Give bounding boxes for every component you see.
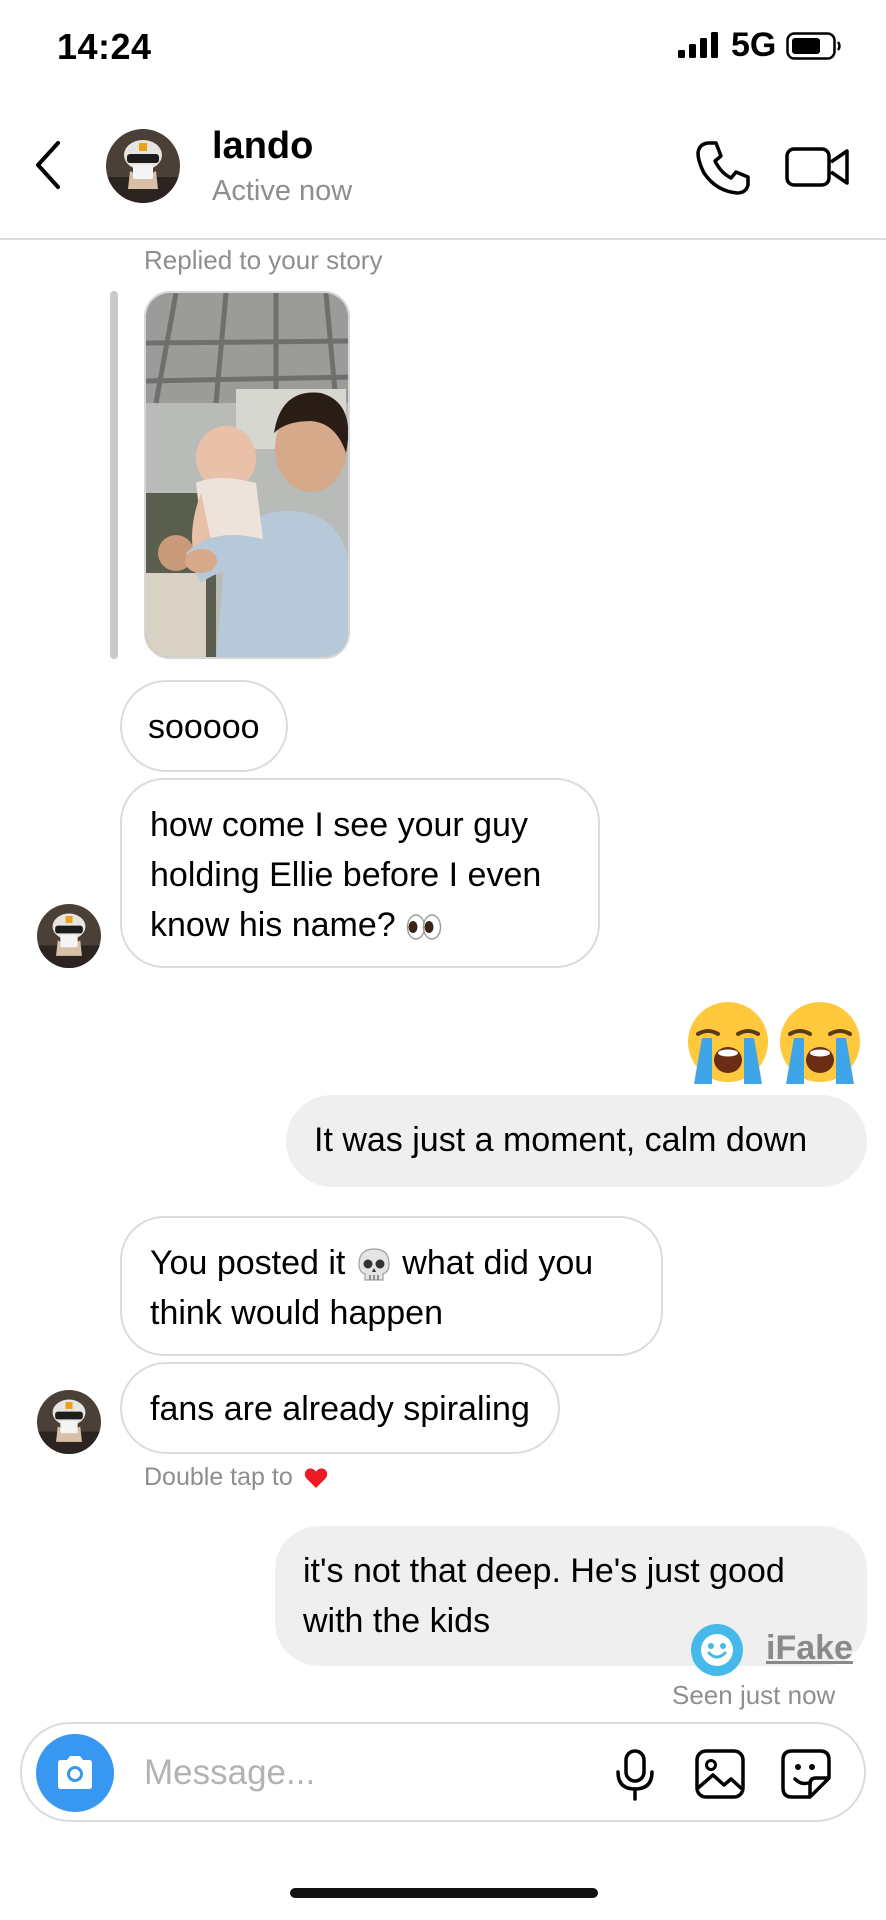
sticker-icon[interactable] <box>780 1748 832 1800</box>
phone-icon[interactable] <box>694 139 752 197</box>
message-text-line: how come I see your guy <box>150 806 528 844</box>
sender-avatar[interactable] <box>37 904 101 968</box>
watermark-text: iFake <box>766 1629 853 1667</box>
contact-status: Active now <box>212 175 353 207</box>
seen-status: Seen just now <box>672 1680 836 1710</box>
message-text-segment: You posted it <box>150 1244 346 1282</box>
eyes-emoji-icon <box>406 914 442 940</box>
message-composer <box>20 1722 866 1822</box>
contact-name: lando <box>212 125 314 167</box>
status-time: 14:24 <box>57 26 152 67</box>
message-text-segment: what did you <box>402 1244 594 1282</box>
avatar-image <box>37 1390 101 1454</box>
gallery-icon[interactable] <box>694 1748 746 1800</box>
loudly-crying-face-emoji-icon[interactable] <box>684 998 772 1086</box>
battery-icon <box>786 32 841 60</box>
video-camera-icon[interactable] <box>785 143 849 191</box>
message-bubble-incoming[interactable]: how come I see your guy holding Ellie be… <box>120 778 600 968</box>
message-bubble-incoming[interactable]: sooooo <box>120 680 288 772</box>
status-bar: 14:24 5G <box>0 0 886 95</box>
signal-icon <box>678 32 718 58</box>
heart-icon <box>304 1468 327 1489</box>
story-reply-bar <box>110 291 118 659</box>
message-text: fans are already spiraling <box>150 1390 530 1428</box>
message-text-line: it's not that deep. He's just good <box>303 1552 785 1590</box>
message-text-line: holding Ellie before I even <box>150 856 542 894</box>
chat-header: lando Active now <box>0 95 886 240</box>
message-text-line: think would happen <box>150 1294 444 1332</box>
network-label: 5G <box>731 26 777 64</box>
ifake-logo-icon <box>691 1624 743 1676</box>
story-photo <box>146 293 348 657</box>
avatar-image <box>37 904 101 968</box>
message-text: sooooo <box>148 708 260 746</box>
microphone-icon[interactable] <box>612 1748 658 1802</box>
back-chevron-icon[interactable] <box>28 135 68 195</box>
message-text-line: know his name? <box>150 906 396 944</box>
camera-button[interactable] <box>36 1734 114 1812</box>
story-reply-label: Replied to your story <box>144 245 383 275</box>
home-indicator[interactable] <box>290 1888 598 1898</box>
loudly-crying-face-emoji-icon[interactable] <box>776 998 864 1086</box>
double-tap-text: Double tap to <box>144 1463 293 1491</box>
ifake-watermark: iFake <box>690 1623 860 1677</box>
story-thumbnail[interactable] <box>144 291 350 659</box>
skull-emoji-icon <box>358 1248 390 1281</box>
message-text: It was just a moment, calm down <box>314 1121 808 1159</box>
message-bubble-outgoing[interactable]: It was just a moment, calm down <box>286 1095 867 1187</box>
camera-icon <box>58 1756 92 1789</box>
contact-avatar[interactable] <box>106 129 180 203</box>
message-input[interactable] <box>144 1748 614 1798</box>
message-bubble-incoming[interactable]: You posted it what did you think would h… <box>120 1216 663 1356</box>
message-bubble-incoming[interactable]: fans are already spiraling <box>120 1362 560 1454</box>
sender-avatar[interactable] <box>37 1390 101 1454</box>
avatar-image <box>106 129 180 203</box>
double-tap-hint: Double tap to <box>144 1463 328 1492</box>
